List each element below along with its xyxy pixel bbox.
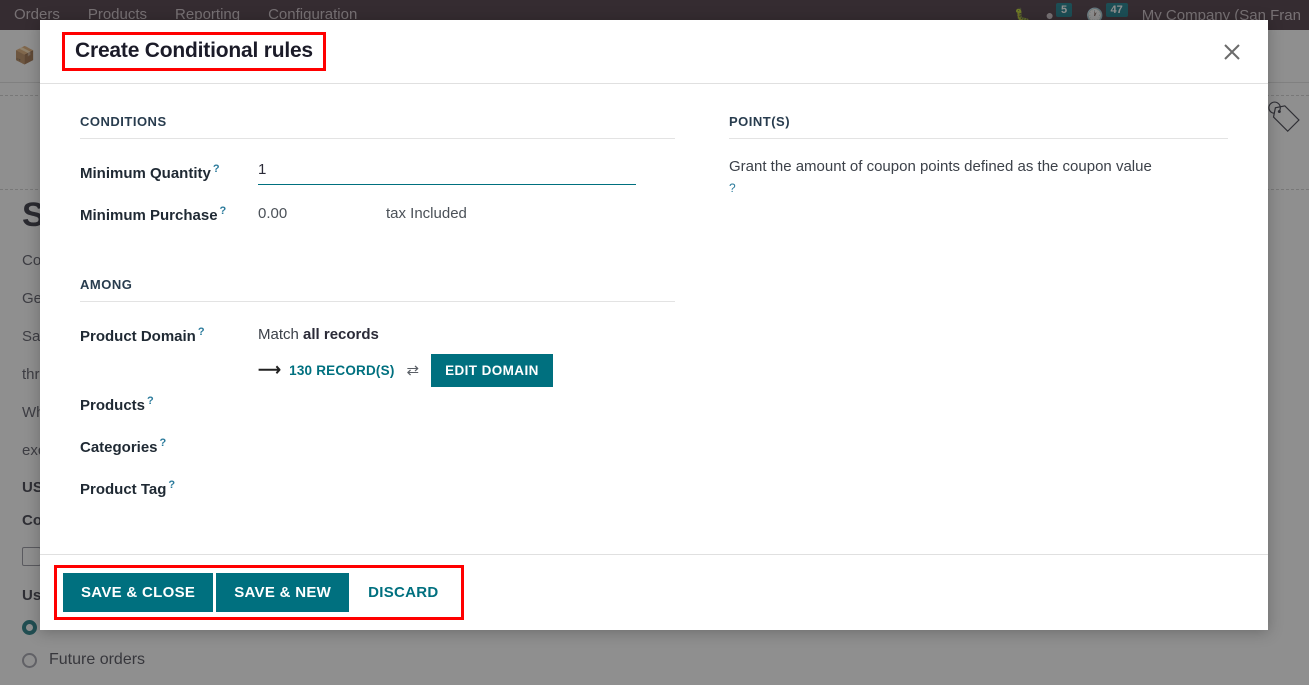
label-minimum-purchase-text: Minimum Purchase: [80, 207, 218, 224]
field-product-domain: Product Domain? Match all records ⟶ 130 …: [80, 318, 675, 387]
field-minimum-quantity: Minimum Quantity?: [80, 155, 675, 197]
domain-actions: ⟶ 130 RECORD(S) ⇄ EDIT DOMAIN: [258, 354, 675, 387]
dialog-title: Create Conditional rules: [75, 38, 313, 62]
help-icon-categories[interactable]: ?: [160, 437, 167, 449]
records-count-label: 130 RECORD(S): [289, 363, 395, 378]
discard-button[interactable]: DISCARD: [352, 573, 454, 612]
section-header-conditions: CONDITIONS: [80, 114, 675, 139]
label-products: Products?: [80, 387, 258, 414]
value-categories[interactable]: [258, 429, 675, 437]
field-minimum-purchase: Minimum Purchase? 0.00 tax Included: [80, 197, 675, 239]
label-product-tag: Product Tag?: [80, 471, 258, 498]
help-icon-product-domain[interactable]: ?: [198, 326, 205, 338]
create-conditional-rules-dialog: Create Conditional rules CONDITIONS Mini…: [40, 20, 1268, 630]
help-icon-product-tag[interactable]: ?: [168, 479, 175, 491]
help-icon-minimum-purchase[interactable]: ?: [220, 205, 227, 217]
title-annotation-box: Create Conditional rules: [62, 31, 326, 72]
arrow-right-icon: ⟶: [258, 361, 282, 379]
help-icon-products[interactable]: ?: [147, 395, 154, 407]
dialog-header: Create Conditional rules: [40, 20, 1268, 84]
label-product-domain: Product Domain?: [80, 318, 258, 345]
screen: Orders Products Reporting Configuration …: [0, 0, 1309, 685]
value-products[interactable]: [258, 387, 675, 395]
domain-match-text: Match all records: [258, 326, 675, 343]
help-icon-points[interactable]: ?: [729, 181, 1228, 195]
label-categories-text: Categories: [80, 439, 158, 456]
label-categories: Categories?: [80, 429, 258, 456]
dialog-body: CONDITIONS Minimum Quantity? Minimum Pur…: [40, 84, 1268, 554]
field-product-tag: Product Tag?: [80, 471, 675, 513]
label-minimum-quantity: Minimum Quantity?: [80, 155, 258, 182]
save-and-close-button[interactable]: SAVE & CLOSE: [63, 573, 214, 612]
label-products-text: Products: [80, 397, 146, 414]
value-product-tag[interactable]: [258, 471, 675, 479]
save-and-new-button[interactable]: SAVE & NEW: [216, 573, 350, 612]
field-products: Products?: [80, 387, 675, 429]
edit-domain-button[interactable]: EDIT DOMAIN: [431, 354, 553, 387]
label-product-tag-text: Product Tag: [80, 481, 167, 498]
domain-match-prefix: Match: [258, 326, 304, 343]
value-minimum-quantity: [258, 155, 675, 185]
records-count-link[interactable]: ⟶ 130 RECORD(S): [258, 361, 395, 379]
refresh-icon[interactable]: ⇄: [407, 363, 420, 378]
label-minimum-quantity-text: Minimum Quantity: [80, 165, 211, 182]
points-description: Grant the amount of coupon points define…: [729, 158, 1152, 175]
section-header-points: POINT(S): [729, 114, 1228, 139]
right-column: POINT(S) Grant the amount of coupon poin…: [711, 114, 1228, 544]
minimum-purchase-tax-note: tax Included: [386, 205, 467, 222]
label-product-domain-text: Product Domain: [80, 328, 196, 345]
value-minimum-purchase: 0.00 tax Included: [258, 197, 675, 222]
section-header-among: AMONG: [80, 277, 675, 302]
minimum-quantity-input[interactable]: [258, 161, 636, 185]
left-column: CONDITIONS Minimum Quantity? Minimum Pur…: [80, 114, 675, 544]
minimum-purchase-value[interactable]: 0.00: [258, 205, 386, 222]
footer-annotation-box: SAVE & CLOSE SAVE & NEW DISCARD: [54, 565, 464, 620]
label-minimum-purchase: Minimum Purchase?: [80, 197, 258, 224]
field-categories: Categories?: [80, 429, 675, 471]
help-icon-minimum-quantity[interactable]: ?: [213, 163, 220, 175]
domain-match-scope: all records: [303, 326, 379, 343]
close-icon[interactable]: [1218, 38, 1246, 66]
value-product-domain: Match all records ⟶ 130 RECORD(S) ⇄ EDIT…: [258, 318, 675, 387]
dialog-footer: SAVE & CLOSE SAVE & NEW DISCARD: [40, 554, 1268, 630]
